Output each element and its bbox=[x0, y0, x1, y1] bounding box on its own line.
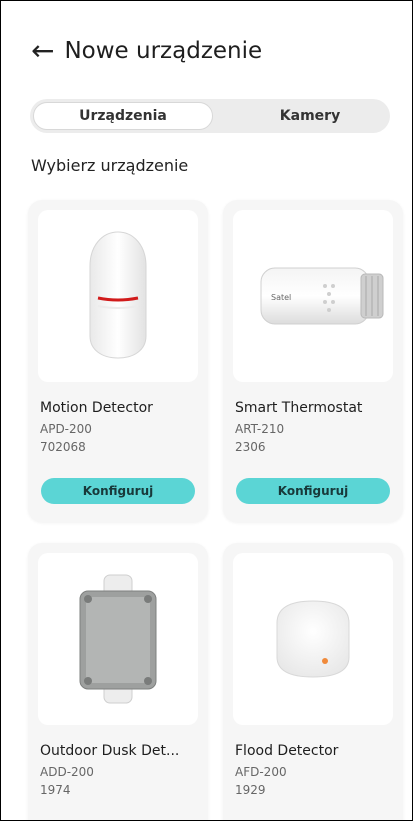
device-code: 2306 bbox=[235, 440, 266, 454]
tab-urzadzenia[interactable]: Urządzenia bbox=[33, 102, 213, 130]
flood-detector-icon bbox=[276, 600, 350, 678]
configure-button[interactable]: Konfiguruj bbox=[41, 478, 195, 504]
screen: ← Nowe urządzenie Urządzenia Kamery Wybi… bbox=[0, 0, 413, 821]
device-name: Smart Thermostat bbox=[235, 400, 363, 416]
device-image bbox=[38, 553, 198, 725]
device-model: ART-210 bbox=[235, 422, 285, 436]
outdoor-dusk-detector-icon bbox=[79, 574, 157, 704]
device-name: Outdoor Dusk Det... bbox=[40, 743, 180, 759]
device-image bbox=[233, 553, 393, 725]
tab-kamery[interactable]: Kamery bbox=[240, 99, 380, 133]
svg-text:Satel: Satel bbox=[271, 293, 291, 302]
device-code: 1974 bbox=[40, 783, 71, 797]
device-card-motion-detector[interactable]: Motion Detector APD-200 702068 Konfiguru… bbox=[28, 200, 208, 522]
device-model: APD-200 bbox=[40, 422, 92, 436]
header: ← Nowe urządzenie bbox=[31, 31, 262, 71]
device-model: ADD-200 bbox=[40, 765, 94, 779]
device-model: AFD-200 bbox=[235, 765, 287, 779]
device-name: Flood Detector bbox=[235, 743, 339, 759]
motion-detector-icon bbox=[89, 231, 147, 359]
device-card-flood-detector[interactable]: Flood Detector AFD-200 1929 bbox=[223, 543, 403, 820]
tab-label: Urządzenia bbox=[79, 108, 167, 124]
device-type-tabs: Urządzenia Kamery bbox=[30, 99, 390, 133]
device-code: 1929 bbox=[235, 783, 266, 797]
page-title: Nowe urządzenie bbox=[64, 38, 263, 64]
configure-button[interactable]: Konfiguruj bbox=[236, 478, 390, 504]
device-image bbox=[38, 210, 198, 382]
device-code: 702068 bbox=[40, 440, 86, 454]
device-card-smart-thermostat[interactable]: Satel Smart Thermostat ART-210 2306 Konf… bbox=[223, 200, 403, 522]
section-title: Wybierz urządzenie bbox=[31, 156, 189, 175]
back-arrow-icon[interactable]: ← bbox=[31, 37, 54, 65]
device-image: Satel bbox=[233, 210, 393, 382]
device-name: Motion Detector bbox=[40, 400, 153, 416]
tab-label: Kamery bbox=[279, 108, 341, 124]
thermostat-icon: Satel bbox=[260, 267, 384, 325]
device-card-outdoor-dusk-detector[interactable]: Outdoor Dusk Det... ADD-200 1974 bbox=[28, 543, 208, 820]
